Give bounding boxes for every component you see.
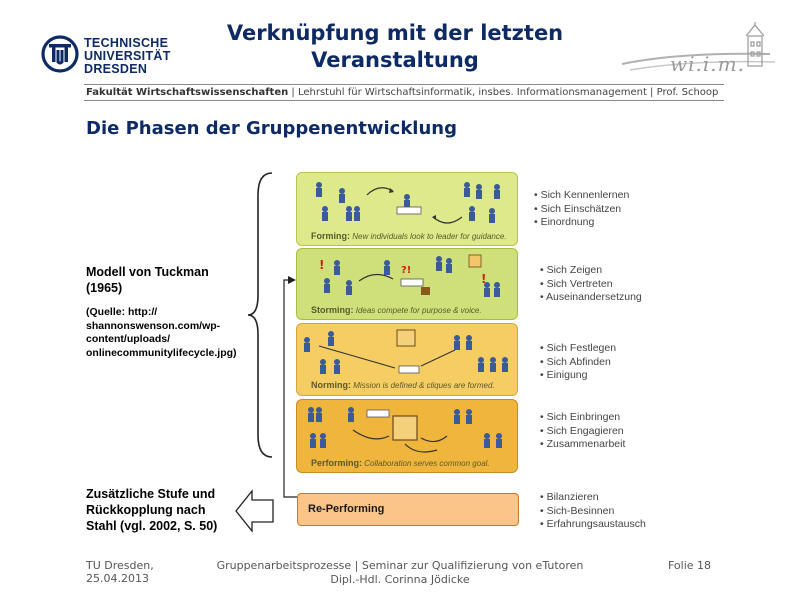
brace-icon: [247, 172, 273, 458]
faculty-name: Fakultät Wirtschaftswissenschaften: [86, 87, 289, 98]
header-divider-bottom: [84, 100, 724, 101]
wiim-logo-text: wi.i.m.: [670, 52, 745, 76]
performing-figures: [308, 407, 502, 453]
bullet-item: Sich Festlegen: [540, 342, 616, 356]
storming-figures: ! ?! !: [319, 254, 500, 297]
bullet-item: Sich-Besinnen: [540, 505, 646, 519]
people-figures-icon: [316, 182, 500, 223]
bullet-item: Sich Einschätzen: [534, 203, 629, 217]
performing-desc: Collaboration serves common goal.: [364, 459, 490, 468]
performing-bullets: Sich Einbringen Sich Engagieren Zusammen…: [540, 411, 626, 452]
hollow-arrow-icon: [235, 489, 274, 533]
bullet-item: Sich Vertreten: [540, 278, 642, 292]
reperforming-bullets: Bilanzieren Sich-Besinnen Erfahrungsaust…: [540, 491, 646, 532]
bullet-item: Bilanzieren: [540, 491, 646, 505]
slide-title: Verknüpfung mit der letzten Veranstaltun…: [200, 20, 590, 74]
footer-left-line-2: 25.04.2013: [86, 572, 149, 585]
university-name: TECHNISCHE UNIVERSITÄT DRESDEN: [84, 37, 171, 76]
bullet-item: Erfahrungsaustausch: [540, 518, 646, 532]
bullet-item: Sich Engagieren: [540, 425, 625, 439]
bullet-item: Einigung: [540, 369, 616, 383]
bullet-item: Auseinandersetzung: [540, 291, 642, 305]
storming-desc: Ideas compete for purpose & voice.: [355, 306, 482, 315]
bullet-item: Sich Abfinden: [540, 356, 616, 370]
slide-title-line-1: Verknüpfung mit der letzten: [226, 21, 564, 45]
norming-desc: Mission is defined & cliques are formed.: [353, 381, 495, 390]
bullet-item: Sich Einbringen: [540, 411, 625, 425]
footer-center-line-1: Gruppenarbeitsprozesse | Seminar zur Qua…: [216, 559, 584, 572]
norming-name: Norming:: [311, 380, 351, 390]
section-title: Die Phasen der Gruppenentwicklung: [86, 118, 457, 139]
phase-storming: ! ?! ! Storming: Ideas compete for purpo…: [296, 248, 518, 320]
storming-name: Storming:: [311, 305, 354, 315]
tuckman-line-2: (1965): [86, 281, 123, 295]
svg-text:?!: ?!: [401, 265, 411, 276]
slide-number: Folie 18: [668, 559, 712, 572]
storming-caption: Storming: Ideas compete for purpose & vo…: [311, 305, 482, 315]
svg-text:!: !: [481, 272, 486, 286]
tuckman-line-1: Modell von Tuckman: [86, 265, 209, 279]
reperforming-label: Re-Performing: [308, 503, 385, 515]
footer-center: Gruppenarbeitsprozesse | Seminar zur Qua…: [200, 559, 600, 587]
forming-name: Forming:: [311, 231, 350, 241]
faculty-line: Fakultät Wirtschaftswissenschaften | Leh…: [86, 87, 718, 98]
bullet-item: Sich Zeigen: [540, 264, 642, 278]
storming-bullets: Sich Zeigen Sich Vertreten Auseinanderse…: [540, 264, 642, 305]
reperforming-box: Re-Performing: [297, 493, 519, 526]
university-line-3: DRESDEN: [84, 62, 148, 76]
tuckman-model-label: Modell von Tuckman (1965): [86, 264, 209, 296]
performing-caption: Performing: Collaboration serves common …: [311, 458, 490, 468]
phase-forming: Forming: New individuals look to leader …: [296, 172, 518, 246]
wiim-logo: wi.i.m.: [620, 22, 785, 82]
svg-text:!: !: [319, 258, 324, 272]
phase-performing: Performing: Collaboration serves common …: [296, 399, 518, 473]
chair-info: | Lehrstuhl für Wirtschaftsinformatik, i…: [288, 87, 719, 98]
phase-norming: Norming: Mission is defined & cliques ar…: [296, 323, 518, 396]
footer-date: TU Dresden, 25.04.2013: [86, 559, 154, 585]
feedback-arrow-icon: [288, 276, 296, 284]
footer-left-line-1: TU Dresden,: [86, 559, 154, 572]
norming-figures: [304, 329, 508, 374]
slide-title-line-2: Veranstaltung: [311, 48, 479, 72]
tu-dresden-logo-icon: [41, 35, 79, 73]
bullet-item: Einordnung: [534, 216, 629, 230]
bullet-item: Sich Kennenlernen: [534, 189, 630, 203]
bullet-item: Zusammenarbeit: [540, 438, 626, 452]
header-divider-top: [84, 84, 724, 85]
performing-name: Performing:: [311, 458, 363, 468]
forming-desc: New individuals look to leader for guida…: [352, 232, 507, 241]
forming-bullets: Sich Kennenlernen Sich Einschätzen Einor…: [534, 189, 630, 230]
footer-center-line-2: Dipl.-Hdl. Corinna Jödicke: [330, 573, 470, 586]
forming-caption: Forming: New individuals look to leader …: [311, 231, 507, 241]
forming-figures: [316, 182, 500, 224]
norming-caption: Norming: Mission is defined & cliques ar…: [311, 380, 495, 390]
norming-bullets: Sich Festlegen Sich Abfinden Einigung: [540, 342, 616, 383]
